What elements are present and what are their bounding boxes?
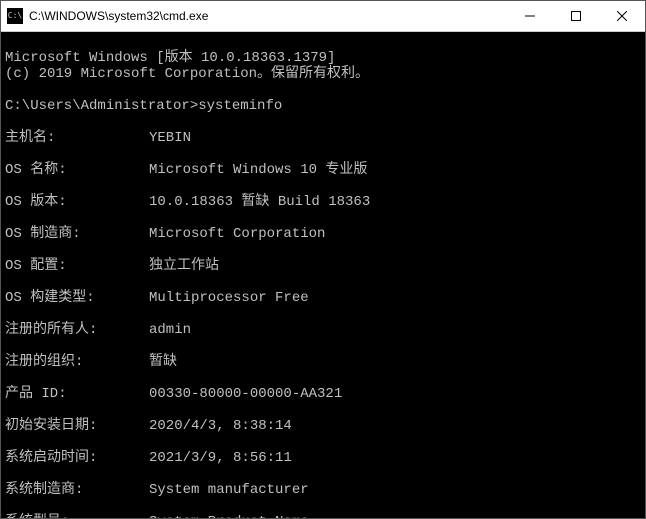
maximize-button[interactable] xyxy=(553,1,599,31)
titlebar: C:\ C:\WINDOWS\system32\cmd.exe xyxy=(1,1,645,32)
value-boot: 2021/3/9, 8:56:11 xyxy=(149,450,641,466)
prompt-command: systeminfo xyxy=(198,98,282,114)
label-regorg: 注册的组织: xyxy=(5,354,149,370)
label-osname: OS 名称: xyxy=(5,162,149,178)
row-regowner: 注册的所有人:admin xyxy=(5,322,641,338)
value-osname: Microsoft Windows 10 专业版 xyxy=(149,162,641,178)
row-osname: OS 名称:Microsoft Windows 10 专业版 xyxy=(5,162,641,178)
label-sysmodel: 系统型号: xyxy=(5,514,149,518)
cmd-icon: C:\ xyxy=(7,8,23,24)
value-regowner: admin xyxy=(149,322,641,338)
prompt-path: C:\Users\Administrator> xyxy=(5,98,198,114)
value-sysmfr: System manufacturer xyxy=(149,482,641,498)
value-oscfg: 独立工作站 xyxy=(149,258,641,274)
label-sysmfr: 系统制造商: xyxy=(5,482,149,498)
value-osver: 10.0.18363 暂缺 Build 18363 xyxy=(149,194,641,210)
row-regorg: 注册的组织:暂缺 xyxy=(5,354,641,370)
minimize-icon xyxy=(525,11,535,21)
row-oscfg: OS 配置:独立工作站 xyxy=(5,258,641,274)
value-sysmodel: System Product Name xyxy=(149,514,641,518)
value-osbuild: Multiprocessor Free xyxy=(149,290,641,306)
value-regorg: 暂缺 xyxy=(149,354,641,370)
row-boot: 系统启动时间:2021/3/9, 8:56:11 xyxy=(5,450,641,466)
row-osbuild: OS 构建类型:Multiprocessor Free xyxy=(5,290,641,306)
cmd-window: C:\ C:\WINDOWS\system32\cmd.exe Microsof… xyxy=(0,0,646,519)
row-osmfr: OS 制造商:Microsoft Corporation xyxy=(5,226,641,242)
maximize-icon xyxy=(571,11,581,21)
row-install: 初始安装日期:2020/4/3, 8:38:14 xyxy=(5,418,641,434)
label-install: 初始安装日期: xyxy=(5,418,149,434)
label-regowner: 注册的所有人: xyxy=(5,322,149,338)
row-prodid: 产品 ID:00330-80000-00000-AA321 xyxy=(5,386,641,402)
row-sysmodel: 系统型号:System Product Name xyxy=(5,514,641,518)
window-title: C:\WINDOWS\system32\cmd.exe xyxy=(29,9,507,23)
label-osbuild: OS 构建类型: xyxy=(5,290,149,306)
value-hostname: YEBIN xyxy=(149,130,641,146)
row-hostname: 主机名:YEBIN xyxy=(5,130,641,146)
label-boot: 系统启动时间: xyxy=(5,450,149,466)
banner-line2: (c) 2019 Microsoft Corporation。保留所有权利。 xyxy=(5,66,369,82)
minimize-button[interactable] xyxy=(507,1,553,31)
banner-line1: Microsoft Windows [版本 10.0.18363.1379] xyxy=(5,50,335,66)
label-hostname: 主机名: xyxy=(5,130,149,146)
label-osmfr: OS 制造商: xyxy=(5,226,149,242)
label-osver: OS 版本: xyxy=(5,194,149,210)
window-controls xyxy=(507,1,645,31)
close-button[interactable] xyxy=(599,1,645,31)
row-sysmfr: 系统制造商:System manufacturer xyxy=(5,482,641,498)
label-oscfg: OS 配置: xyxy=(5,258,149,274)
value-install: 2020/4/3, 8:38:14 xyxy=(149,418,641,434)
close-icon xyxy=(617,11,627,21)
label-prodid: 产品 ID: xyxy=(5,386,149,402)
row-osver: OS 版本:10.0.18363 暂缺 Build 18363 xyxy=(5,194,641,210)
value-osmfr: Microsoft Corporation xyxy=(149,226,641,242)
console-area[interactable]: Microsoft Windows [版本 10.0.18363.1379] (… xyxy=(1,32,645,518)
value-prodid: 00330-80000-00000-AA321 xyxy=(149,386,641,402)
